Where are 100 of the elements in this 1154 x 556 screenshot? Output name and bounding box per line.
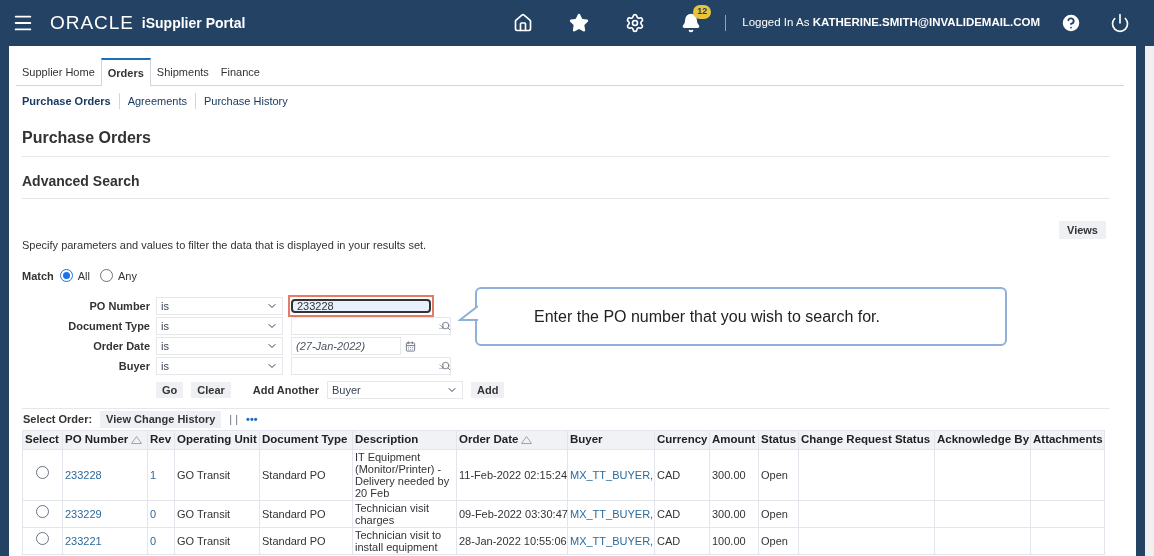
product-name: iSupplier Portal [141, 13, 246, 33]
revision-link[interactable]: 0 [147, 500, 175, 528]
po-link[interactable]: 233221 [62, 527, 148, 555]
table-cell: Technician visit charges [352, 500, 457, 528]
sort-icon[interactable] [131, 436, 143, 444]
operator-dropdown[interactable]: is [156, 317, 283, 335]
table-cell: Technician visit to install equipment [352, 527, 457, 555]
sub-tab[interactable]: Purchase History [194, 92, 296, 110]
nav-tab[interactable]: Supplier Home [16, 63, 101, 85]
table-cell: GO Transit [174, 500, 260, 528]
table-cell: Standard PO [259, 527, 353, 555]
search-icon[interactable] [441, 321, 451, 331]
po-link[interactable]: 233229 [62, 500, 148, 528]
section-title: Advanced Search [22, 171, 1110, 199]
column-header[interactable]: Description [352, 430, 457, 450]
go-button[interactable]: Go [156, 382, 184, 398]
star-icon[interactable] [569, 13, 590, 33]
criterion-label: Order Date [92, 338, 151, 354]
column-header[interactable]: PO Number [62, 430, 148, 450]
table-cell: Open [758, 449, 799, 501]
table-cell: 100.00 [709, 527, 759, 555]
column-header[interactable]: Document Type [259, 430, 353, 450]
table-cell: Open [758, 500, 799, 528]
po-number-field[interactable]: 233228 [291, 299, 431, 313]
table-cell: CAD [654, 500, 710, 528]
column-header[interactable]: Acknowledge By [934, 430, 1031, 450]
radio-button[interactable] [36, 466, 49, 480]
arrow-icon [437, 361, 446, 371]
criterion-label: Document Type [67, 318, 151, 334]
views-button[interactable]: Views [1059, 221, 1106, 239]
oracle-logo: ORACLE [50, 10, 134, 35]
operator-dropdown[interactable]: is [156, 357, 283, 375]
table-cell: GO Transit [174, 527, 260, 555]
table-cell: 11-Feb-2022 02:15:24 [456, 449, 568, 501]
nav-tab[interactable]: Orders [100, 57, 151, 86]
column-header[interactable]: Buyer [567, 430, 655, 450]
column-header[interactable]: Operating Unit [174, 430, 260, 450]
separator-text: | | [229, 412, 239, 428]
view-change-history-button[interactable]: View Change History [100, 411, 222, 428]
match-label: Match [22, 268, 54, 284]
column-header[interactable]: Amount [709, 430, 759, 450]
home-icon[interactable] [513, 13, 534, 33]
column-header[interactable]: Rev [147, 430, 175, 450]
table-cell: GO Transit [174, 449, 260, 501]
bell-icon[interactable] [681, 13, 702, 33]
table-cell: Standard PO [259, 449, 353, 501]
column-header[interactable]: Change Request Status [798, 430, 935, 450]
help-icon[interactable] [1060, 12, 1082, 34]
table-cell: Open [758, 527, 799, 555]
radio-button[interactable] [59, 269, 73, 283]
operator-dropdown[interactable]: is [156, 297, 283, 315]
table-cell: CAD [654, 449, 710, 501]
sub-tab[interactable]: Purchase Orders [22, 92, 119, 110]
table-cell: Standard PO [259, 500, 353, 528]
instructions-text: Specify parameters and values to filter the data that is displayed in your results set. [22, 238, 428, 253]
column-header[interactable]: Status [758, 430, 799, 450]
clear-button[interactable]: Clear [191, 382, 231, 398]
column-header[interactable]: Order Date [456, 430, 568, 450]
table-cell: 300.00 [709, 449, 759, 501]
settings-icon[interactable] [625, 13, 646, 33]
column-header[interactable]: Select [22, 430, 63, 450]
table-cell: 28-Jan-2022 10:55:06 [456, 527, 568, 555]
power-icon[interactable] [1110, 13, 1130, 33]
radio-button[interactable] [100, 269, 113, 283]
revision-link[interactable]: 0 [147, 527, 175, 555]
operator-dropdown[interactable]: is [156, 337, 283, 355]
calendar-icon[interactable] [405, 340, 416, 352]
page-title: Purchase Orders [22, 126, 1110, 157]
operator-dropdown[interactable]: Buyer [327, 381, 463, 399]
arrow-icon [437, 321, 446, 331]
table-cell: IT Equipment (Monitor/Printer) - Delivery needed by 20 Feb [352, 449, 457, 501]
column-header[interactable]: Currency [654, 430, 710, 450]
revision-link[interactable]: 1 [147, 449, 175, 501]
lookup-field[interactable] [291, 317, 451, 335]
add-another-label: Add Another [252, 382, 319, 398]
table-cell: 09-Feb-2022 03:30:47 [456, 500, 568, 528]
po-link[interactable]: 233228 [62, 449, 148, 501]
buyer-link[interactable]: MX_TT_BUYER, [567, 449, 655, 501]
nav-tab[interactable]: Finance [214, 63, 266, 85]
date-field[interactable]: (27-Jan-2022) [291, 337, 401, 355]
radio-label: All [77, 268, 90, 284]
buyer-link[interactable]: MX_TT_BUYER, [567, 527, 655, 555]
logged-in-text: Logged In As KATHERINE.SMITH@INVALIDEMAIL.COM [742, 15, 1040, 31]
sort-icon[interactable] [521, 436, 533, 444]
buyer-link[interactable]: MX_TT_BUYER, [567, 500, 655, 528]
more-button[interactable]: ••• [246, 411, 258, 428]
scrollbar[interactable] [1145, 46, 1154, 556]
notification-badge: 12 [693, 5, 712, 19]
select-order-label: Select Order: [23, 412, 93, 428]
radio-label: Any [118, 268, 137, 284]
sub-tab[interactable]: Agreements [118, 92, 195, 110]
radio-button[interactable] [36, 505, 49, 519]
nav-tab[interactable]: Shipments [150, 63, 215, 85]
radio-button[interactable] [36, 532, 49, 546]
column-header[interactable]: Attachments [1030, 430, 1105, 450]
criterion-label: PO Number [88, 298, 151, 314]
table-cell: 300.00 [709, 500, 759, 528]
add-button[interactable]: Add [471, 382, 505, 398]
lookup-field[interactable] [291, 357, 451, 375]
search-icon[interactable] [441, 361, 451, 371]
